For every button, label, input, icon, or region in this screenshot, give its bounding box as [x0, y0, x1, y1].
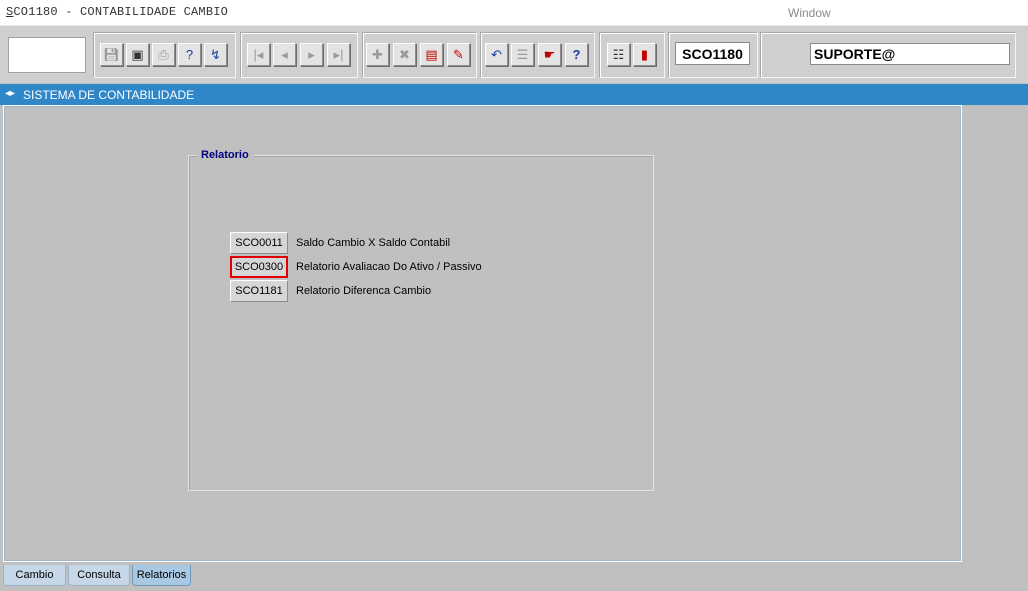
user-help-icon: ☛ — [543, 47, 556, 62]
last-record-button[interactable]: ▸| — [327, 43, 350, 66]
first-record-button[interactable]: |◂ — [247, 43, 270, 66]
query-button[interactable]: ? — [178, 43, 201, 66]
lightning-icon: ↯ — [210, 47, 221, 62]
clear-form-icon: ▤ — [425, 47, 438, 62]
user-help-button[interactable]: ☛ — [538, 43, 561, 66]
previous-record-button[interactable]: ◂ — [273, 43, 296, 66]
clipboard-icon: ☰ — [516, 47, 529, 62]
report-label-sco1181: Relatorio Diferenca Cambio — [296, 285, 432, 297]
first-record-icon: |◂ — [253, 47, 264, 62]
query-help-icon: ? — [185, 47, 194, 62]
print-button[interactable]: ⎙ — [152, 43, 175, 66]
previous-record-icon: ◂ — [281, 47, 288, 62]
toolbar: 💾︎ ▣ ⎙ ? ↯ |◂ ◂ ▸ ▸| ✚ ✖ ▤ ✎ ↶ ☰ ☛ ? ☷ ▮… — [0, 25, 1028, 83]
window-restore-icon[interactable]: ◂▸ — [5, 88, 15, 99]
report-button-sco1181[interactable]: SCO1181 — [230, 280, 288, 302]
user-field: SUPORTE@ — [810, 43, 1010, 65]
insert-button[interactable]: ✚ — [366, 43, 389, 66]
x-icon: ✖ — [399, 47, 410, 62]
next-record-icon: ▸ — [308, 47, 315, 62]
tab-cambio[interactable]: Cambio — [3, 565, 66, 586]
edit-button[interactable]: ✎ — [447, 43, 470, 66]
report-label-sco0011: Saldo Cambio X Saldo Contabil — [296, 237, 451, 249]
next-record-button[interactable]: ▸ — [300, 43, 323, 66]
menu-icon: ☷ — [612, 47, 625, 62]
execute-button[interactable]: ↯ — [204, 43, 227, 66]
monitor-icon: ▣ — [131, 47, 144, 62]
exit-button[interactable]: ▮ — [633, 43, 656, 66]
pencil-icon: ✎ — [453, 47, 464, 62]
delete-button[interactable]: ✖ — [393, 43, 416, 66]
save-button[interactable]: 💾︎ — [100, 43, 123, 66]
report-button-sco0300[interactable]: SCO0300 — [230, 256, 288, 278]
undo-icon: ↶ — [491, 47, 502, 62]
report-frame — [188, 155, 654, 491]
question-mark-icon: ? — [572, 47, 581, 62]
list-button[interactable]: ☰ — [511, 43, 534, 66]
frame-title: Relatorio — [196, 149, 254, 161]
last-record-icon: ▸| — [333, 47, 344, 62]
window-menu[interactable]: Window — [788, 6, 831, 20]
report-label-sco0300: Relatorio Avaliacao Do Ativo / Passivo — [296, 261, 482, 273]
window-title-bar: SCO1180 - CONTABILIDADE CAMBIO Window — [0, 0, 1028, 25]
logo-box — [8, 37, 86, 73]
exit-door-icon: ▮ — [640, 47, 649, 62]
window-title: SCO1180 - CONTABILIDADE CAMBIO — [6, 5, 229, 19]
tab-relatorios[interactable]: Relatorios — [132, 565, 191, 586]
clear-form-button[interactable]: ▤ — [420, 43, 443, 66]
system-header: ◂▸ SISTEMA DE CONTABILIDADE — [0, 84, 1028, 105]
printer-icon: ⎙ — [158, 47, 169, 62]
menu-button[interactable]: ☷ — [607, 43, 630, 66]
tab-consulta[interactable]: Consulta — [68, 565, 130, 586]
form-code-field: SCO1180 — [675, 42, 750, 65]
screen-button[interactable]: ▣ — [126, 43, 149, 66]
report-button-sco0011[interactable]: SCO0011 — [230, 232, 288, 254]
floppy-disk-icon: 💾︎ — [103, 47, 120, 62]
plus-icon: ✚ — [372, 47, 383, 62]
undo-button[interactable]: ↶ — [485, 43, 508, 66]
help-button[interactable]: ? — [565, 43, 588, 66]
system-title: SISTEMA DE CONTABILIDADE — [23, 88, 195, 102]
